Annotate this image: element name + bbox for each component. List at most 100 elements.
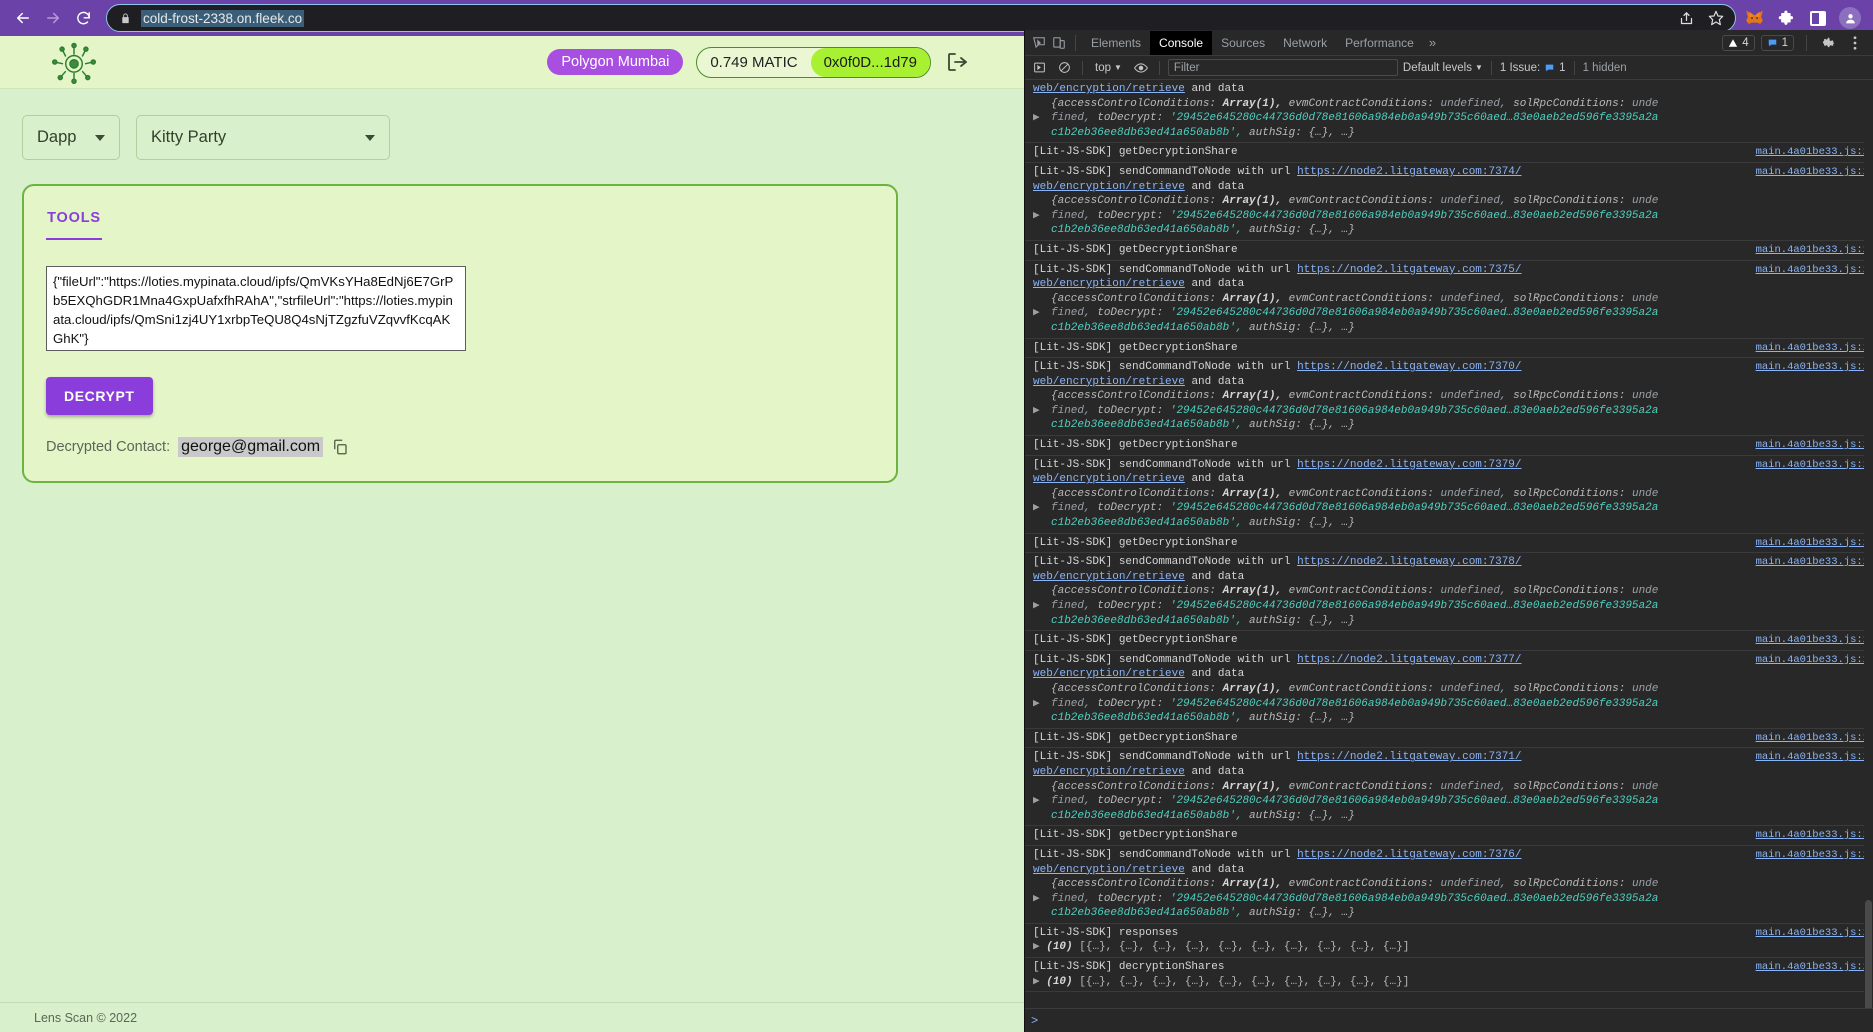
tab-network[interactable]: Network <box>1274 31 1336 55</box>
expand-arrow-icon[interactable]: ▶ <box>1033 794 1040 809</box>
log-source-link[interactable]: main.4a01be33.js:2 <box>1756 360 1869 375</box>
console-prompt[interactable]: > <box>1025 1008 1873 1032</box>
log-object-preview-2: ▶ fined, toDecrypt: '29452e645280c44736d0… <box>1033 404 1659 419</box>
log-source-link[interactable]: main.4a01be33.js:2 <box>1756 828 1869 843</box>
share-icon[interactable] <box>1677 9 1695 27</box>
inspect-element-icon[interactable] <box>1029 33 1049 53</box>
back-arrow-icon[interactable] <box>8 3 38 33</box>
log-source-link[interactable]: main.4a01be33.js:2 <box>1756 145 1869 160</box>
log-object-preview-2: ▶ fined, toDecrypt: '29452e645280c44736d0… <box>1033 306 1659 321</box>
gear-icon[interactable] <box>1819 33 1839 53</box>
log-url-path[interactable]: web/encryption/retrieve <box>1033 473 1185 485</box>
tab-tools[interactable]: TOOLS <box>46 204 102 240</box>
log-url-link[interactable]: https://node2.litgateway.com:7371/ <box>1297 751 1521 763</box>
tab-sources[interactable]: Sources <box>1212 31 1274 55</box>
log-object-preview-2: ▶ fined, toDecrypt: '29452e645280c44736d0… <box>1033 111 1659 126</box>
console-filter-input[interactable]: Filter <box>1167 59 1398 76</box>
log-source-link[interactable]: main.4a01be33.js:2 <box>1756 653 1869 668</box>
log-url-path[interactable]: web/encryption/retrieve <box>1033 864 1185 876</box>
console-scrollbar[interactable] <box>1864 80 1873 1030</box>
log-url-path[interactable]: web/encryption/retrieve <box>1033 766 1185 778</box>
log-source-link[interactable]: main.4a01be33.js:2 <box>1756 263 1869 278</box>
log-object-preview: {accessControlConditions: Array(1), evmC… <box>1051 487 1659 500</box>
log-source-link[interactable]: main.4a01be33.js:2 <box>1756 750 1869 765</box>
log-url-link[interactable]: https://node2.litgateway.com:7375/ <box>1297 264 1521 276</box>
issues-badge[interactable]: 1 Issue: 1 <box>1500 62 1566 74</box>
log-url-link[interactable]: https://node2.litgateway.com:7374/ <box>1297 166 1521 178</box>
log-row-send-command: main.4a01be33.js:2 [Lit-JS-SDK] sendComma… <box>1025 846 1873 924</box>
log-url-path[interactable]: web/encryption/retrieve <box>1033 668 1185 680</box>
expand-arrow-icon[interactable]: ▶ <box>1033 306 1040 321</box>
expand-arrow-icon[interactable]: ▶ <box>1033 111 1040 126</box>
wallet-chip[interactable]: 0.749 MATIC 0x0f0D...1d79 <box>696 46 931 78</box>
more-vertical-icon[interactable] <box>1845 33 1865 53</box>
forward-arrow-icon[interactable] <box>38 3 68 33</box>
log-url-path[interactable]: web/encryption/retrieve <box>1033 278 1185 290</box>
log-source-link[interactable]: main.4a01be33.js:2 <box>1756 536 1869 551</box>
log-object-preview-2: ▶ fined, toDecrypt: '29452e645280c44736d0… <box>1033 794 1659 809</box>
wallet-balance: 0.749 MATIC <box>710 53 798 71</box>
log-source-link[interactable]: main.4a01be33.js:2 <box>1756 243 1869 258</box>
log-url-link[interactable]: https://node2.litgateway.com:7377/ <box>1297 654 1521 666</box>
log-url-link[interactable]: https://node2.litgateway.com:7370/ <box>1297 361 1521 373</box>
expand-arrow-icon[interactable]: ▶ <box>1033 892 1040 907</box>
star-icon[interactable] <box>1707 9 1725 27</box>
log-source-link[interactable]: main.4a01be33.js:2 <box>1756 438 1869 453</box>
expand-arrow-icon[interactable]: ▶ <box>1033 599 1040 614</box>
reload-icon[interactable] <box>68 3 98 33</box>
execution-context-selector[interactable]: top ▼ <box>1091 62 1126 74</box>
expand-arrow-icon[interactable]: ▶ <box>1033 941 1040 953</box>
network-chip[interactable]: Polygon Mumbai <box>547 49 684 75</box>
decrypt-button[interactable]: DECRYPT <box>46 377 153 415</box>
expand-arrow-icon[interactable]: ▶ <box>1033 697 1040 712</box>
message-badge[interactable]: 1 <box>1760 34 1794 51</box>
log-row-responses: main.4a01be33.js:2 [Lit-JS-SDK] responses… <box>1025 924 1873 959</box>
log-url-path[interactable]: web/encryption/retrieve <box>1033 181 1185 193</box>
log-object-preview: {accessControlConditions: Array(1), evmC… <box>1051 292 1659 305</box>
clear-console-icon[interactable] <box>1029 58 1049 78</box>
log-url-link[interactable]: web/encryption/retrieve <box>1033 83 1185 95</box>
expand-arrow-icon[interactable]: ▶ <box>1033 501 1040 516</box>
side-panel-icon[interactable] <box>1810 10 1826 26</box>
metamask-fox-icon[interactable] <box>1744 8 1765 28</box>
log-source-link[interactable]: main.4a01be33.js:2 <box>1756 555 1869 570</box>
divider <box>1158 60 1160 75</box>
log-source-link[interactable]: main.4a01be33.js:2 <box>1756 848 1869 863</box>
puzzle-piece-icon[interactable] <box>1778 9 1797 28</box>
log-source-link[interactable]: main.4a01be33.js:2 <box>1756 731 1869 746</box>
copy-icon[interactable] <box>331 438 349 456</box>
hidden-messages-label: 1 hidden <box>1582 61 1627 74</box>
profile-avatar-icon[interactable] <box>1839 7 1861 29</box>
expand-arrow-icon[interactable]: ▶ <box>1033 404 1040 419</box>
expand-arrow-icon[interactable]: ▶ <box>1033 209 1040 224</box>
log-url-link[interactable]: https://node2.litgateway.com:7376/ <box>1297 849 1521 861</box>
log-source-link[interactable]: main.4a01be33.js:2 <box>1756 458 1869 473</box>
address-bar[interactable]: cold-frost-2338.on.fleek.co <box>106 4 1736 32</box>
more-tabs-icon[interactable]: » <box>1423 35 1442 50</box>
tab-console[interactable]: Console <box>1150 30 1213 55</box>
log-url-link[interactable]: https://node2.litgateway.com:7378/ <box>1297 556 1521 568</box>
log-source-link[interactable]: main.4a01be33.js:2 <box>1756 341 1869 356</box>
no-entry-icon[interactable] <box>1054 58 1074 78</box>
log-url-path[interactable]: web/encryption/retrieve <box>1033 571 1185 583</box>
log-url-link[interactable]: https://node2.litgateway.com:7379/ <box>1297 459 1521 471</box>
wallet-address[interactable]: 0x0f0D...1d79 <box>810 47 930 77</box>
live-expression-eye-icon[interactable] <box>1131 58 1151 78</box>
log-source-link[interactable]: main.4a01be33.js:2 <box>1756 926 1869 941</box>
console-log[interactable]: web/encryption/retrieve and data {accessC… <box>1025 80 1873 1008</box>
device-toolbar-icon[interactable] <box>1049 33 1069 53</box>
logout-icon[interactable] <box>944 49 970 75</box>
tab-performance[interactable]: Performance <box>1336 31 1423 55</box>
log-url-path[interactable]: web/encryption/retrieve <box>1033 376 1185 388</box>
dapp-select[interactable]: Dapp <box>22 115 120 160</box>
log-levels-selector[interactable]: Default levels ▼ <box>1403 62 1483 74</box>
log-source-link[interactable]: main.4a01be33.js:2 <box>1756 960 1869 975</box>
log-source-link[interactable]: main.4a01be33.js:2 <box>1756 165 1869 180</box>
tab-elements[interactable]: Elements <box>1082 31 1150 55</box>
issues-count: 1 <box>1559 61 1566 74</box>
expand-arrow-icon[interactable]: ▶ <box>1033 976 1040 988</box>
payload-textarea[interactable] <box>46 266 466 351</box>
warning-badge[interactable]: 4 <box>1722 34 1755 51</box>
log-source-link[interactable]: main.4a01be33.js:2 <box>1756 633 1869 648</box>
party-select[interactable]: Kitty Party <box>136 115 390 160</box>
